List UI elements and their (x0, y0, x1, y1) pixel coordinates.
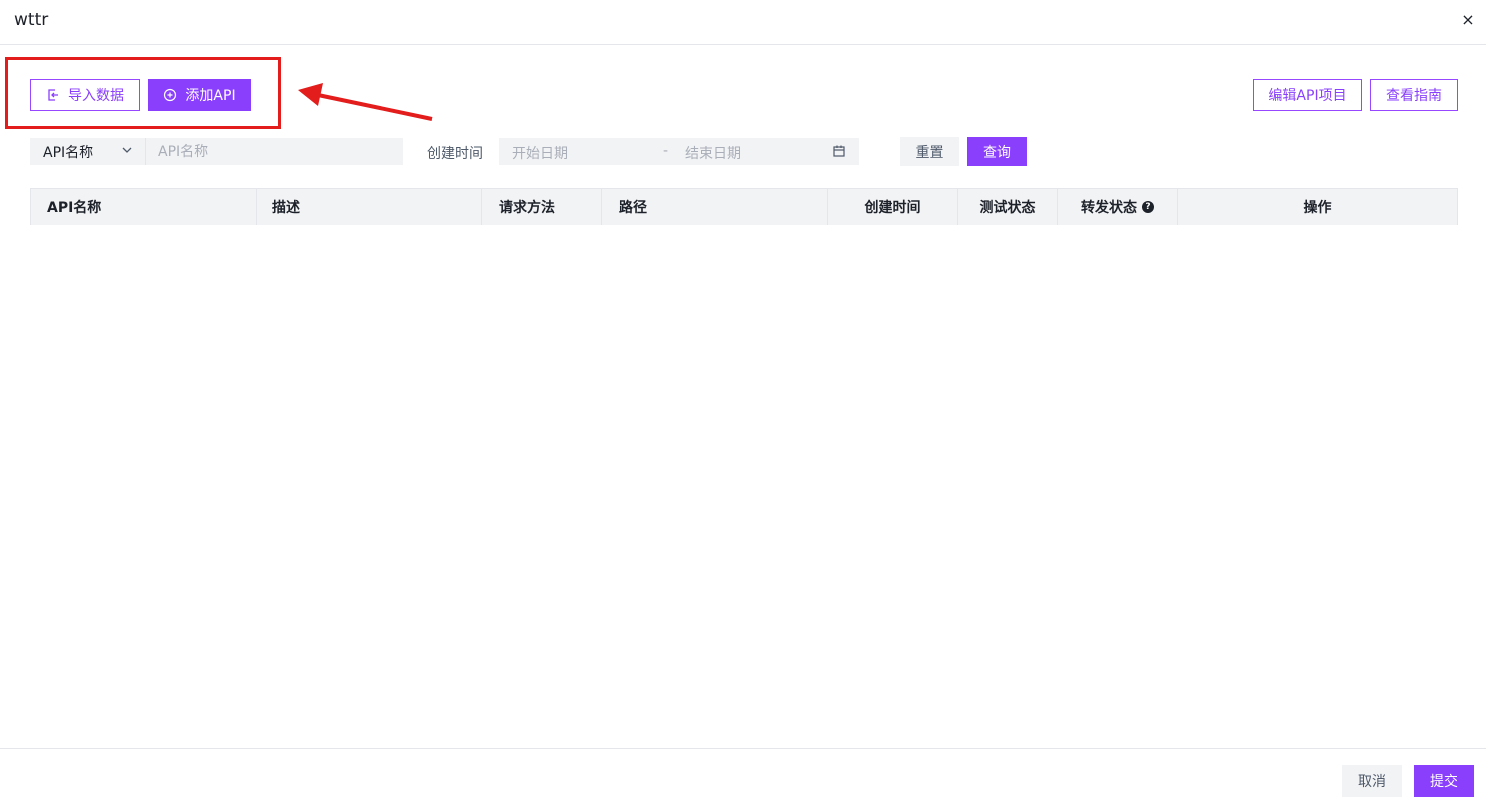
add-api-label: 添加API (185, 88, 236, 104)
date-range-picker[interactable]: 开始日期 - 结束日期 (499, 138, 859, 165)
created-time-label: 创建时间 (427, 146, 483, 162)
column-forward-status-label: 转发状态 (1081, 200, 1137, 216)
query-button[interactable]: 查询 (967, 137, 1027, 166)
column-path: 路径 (602, 189, 828, 225)
import-icon (46, 88, 60, 102)
submit-button[interactable]: 提交 (1414, 765, 1474, 797)
calendar-icon (833, 145, 845, 161)
modal-footer (0, 748, 1486, 807)
search-field-value: API名称 (43, 144, 94, 161)
column-actions: 操作 (1303, 200, 1332, 216)
add-api-button[interactable]: 添加API (148, 79, 251, 111)
api-table-header: API名称 描述 请求方法 路径 创建时间 测试状态 转发状态 ? 操作 (30, 188, 1458, 225)
import-data-label: 导入数据 (68, 88, 124, 104)
edit-api-project-button[interactable]: 编辑API项目 (1253, 79, 1362, 111)
annotation-arrow-icon (298, 83, 433, 121)
column-api-name: API名称 (31, 189, 257, 225)
modal-header: wttr × (0, 0, 1486, 45)
reset-button[interactable]: 重置 (900, 137, 959, 166)
view-guide-button[interactable]: 查看指南 (1370, 79, 1458, 111)
api-name-search-input[interactable] (146, 138, 403, 165)
modal-title: wttr (14, 10, 49, 30)
chevron-down-icon (121, 144, 133, 160)
column-request-method: 请求方法 (482, 189, 602, 225)
close-icon[interactable]: × (1458, 10, 1478, 30)
start-date-placeholder: 开始日期 (512, 146, 568, 162)
date-separator: - (663, 143, 669, 159)
help-circle-icon[interactable]: ? (1142, 201, 1154, 213)
cancel-button[interactable]: 取消 (1342, 765, 1402, 797)
import-data-button[interactable]: 导入数据 (30, 79, 140, 111)
search-field-select[interactable]: API名称 (30, 138, 146, 165)
column-created-time: 创建时间 (828, 189, 958, 225)
add-circle-icon (163, 88, 177, 102)
end-date-placeholder: 结束日期 (685, 146, 741, 162)
column-description: 描述 (257, 189, 482, 225)
column-forward-status: 转发状态 ? (1058, 189, 1178, 225)
column-test-status: 测试状态 (958, 189, 1058, 225)
